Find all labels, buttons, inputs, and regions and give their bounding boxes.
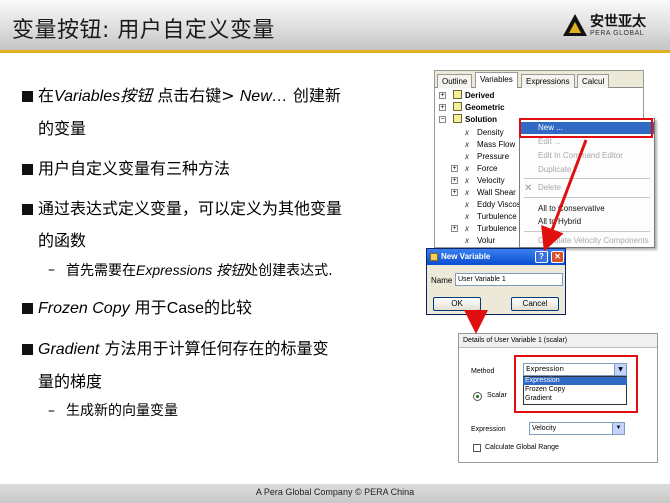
slide-footer: A Pera Global Company © PERA China	[0, 484, 670, 503]
arrow-to-dialog	[541, 139, 588, 252]
annotation-arrows	[464, 139, 588, 334]
footer-text: A Pera Global Company © PERA China	[255, 487, 415, 497]
